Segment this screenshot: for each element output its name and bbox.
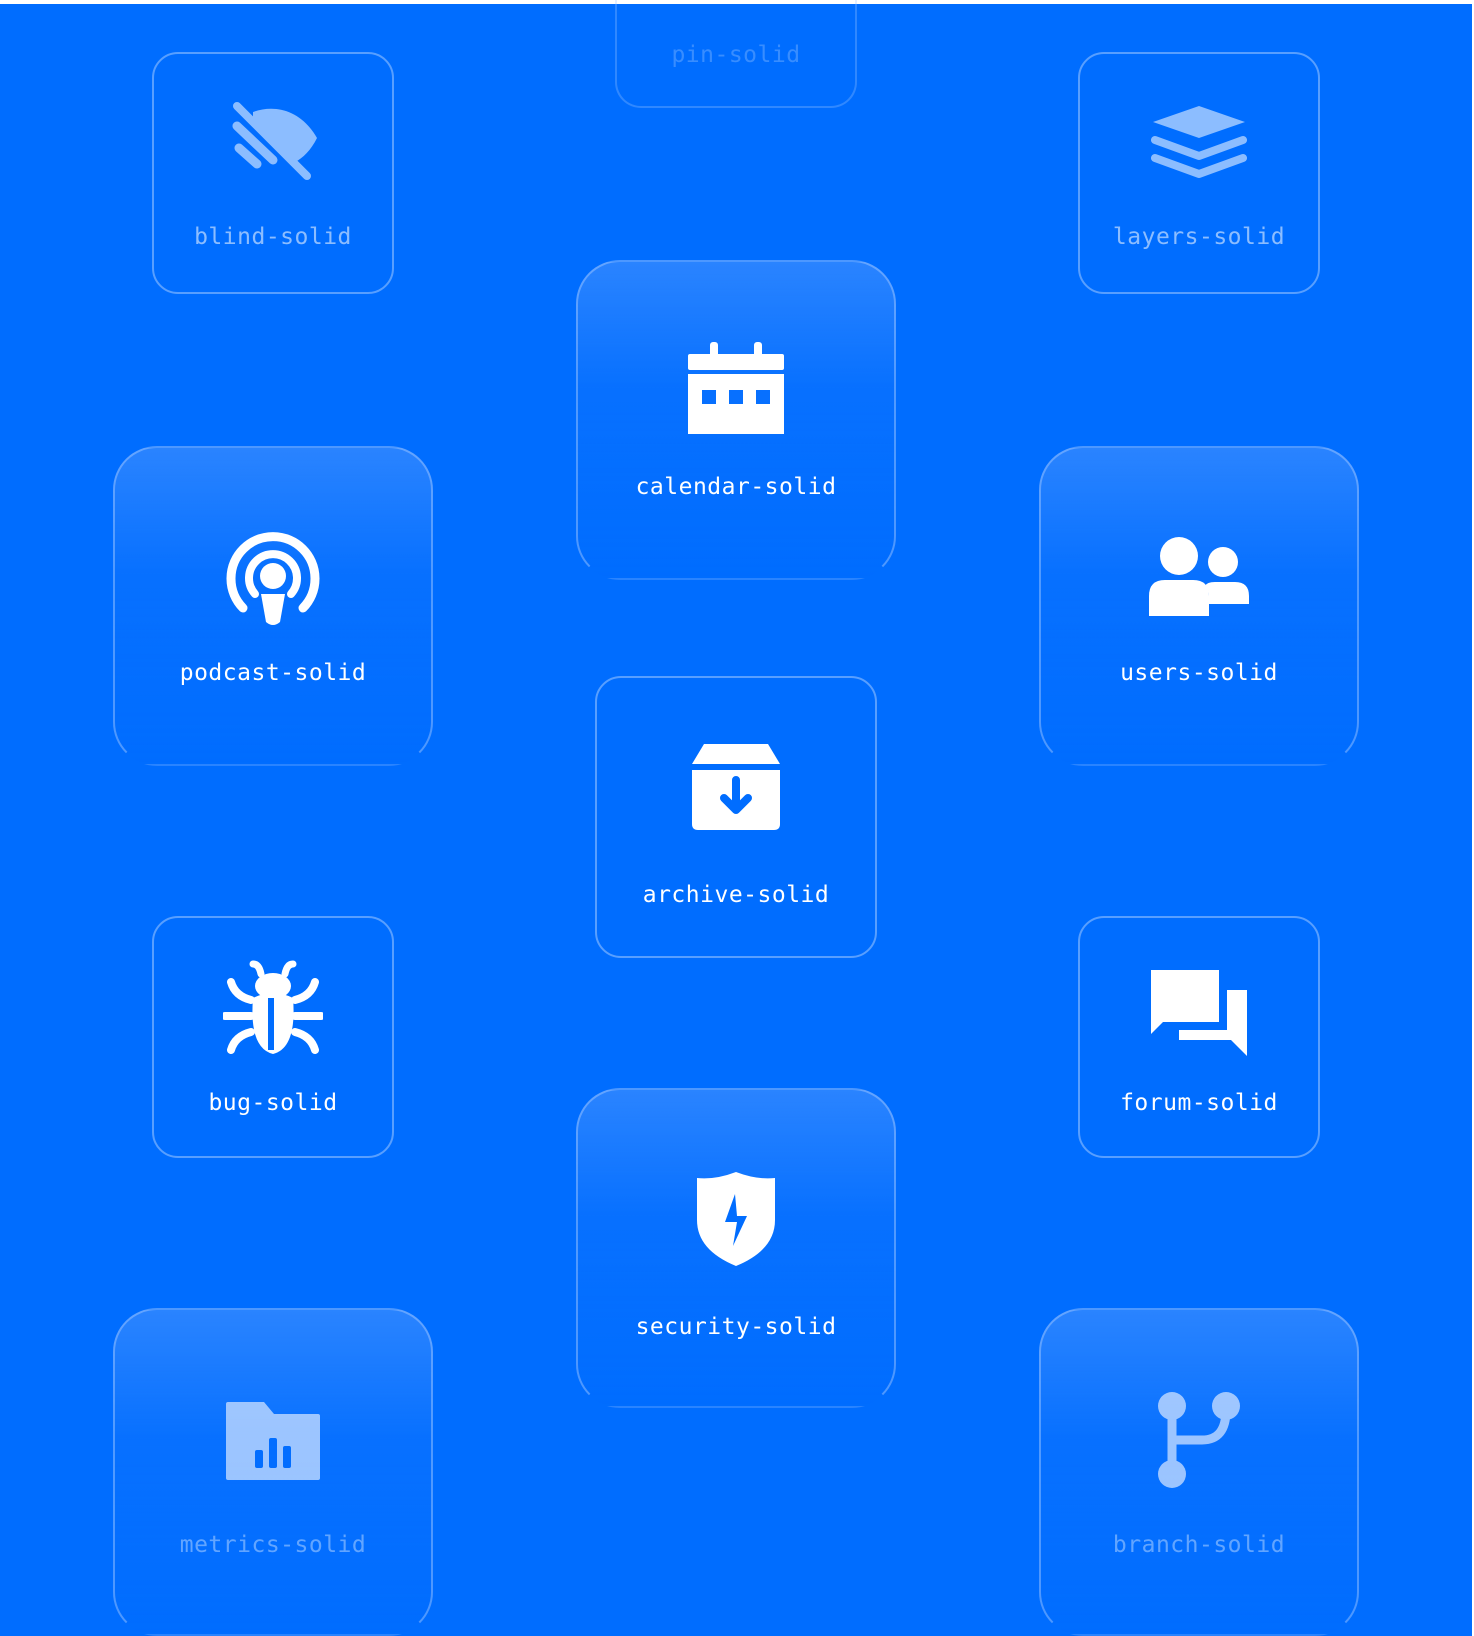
card-label: bug-solid [208,1090,338,1116]
icon-card-calendar[interactable]: calendar-solid [576,260,896,580]
card-label: pin-solid [671,42,801,68]
icon-card-metrics[interactable]: metrics-solid [113,1308,433,1636]
podcast-icon [226,532,320,625]
card-label: calendar-solid [635,474,837,500]
card-label: blind-solid [194,224,352,250]
icon-card-blind[interactable]: blind-solid [152,52,394,294]
users-icon [1149,537,1249,616]
forum-icon [1151,970,1247,1056]
calendar-icon [688,342,784,434]
eye-slash-icon [232,102,317,180]
layers-icon [1151,106,1247,178]
git-branch-icon [1158,1392,1240,1488]
icon-card-archive[interactable]: archive-solid [595,676,877,958]
card-label: branch-solid [1112,1532,1286,1558]
icon-card-security[interactable]: security-solid [576,1088,896,1408]
icon-card-users[interactable]: users-solid [1039,446,1359,766]
card-label: users-solid [1120,660,1278,686]
icon-card-podcast[interactable]: podcast-solid [113,446,433,766]
folder-chart-icon [226,1402,320,1480]
icon-gallery: pin-solid blind-solid layers-solid calen… [0,0,1474,1636]
icon-card-pin[interactable]: pin-solid [615,0,857,108]
card-label: layers-solid [1112,224,1286,250]
icon-card-branch[interactable]: branch-solid [1039,1308,1359,1636]
icon-card-layers[interactable]: layers-solid [1078,52,1320,294]
bug-icon [223,960,323,1054]
icon-card-bug[interactable]: bug-solid [152,916,394,1158]
card-label: forum-solid [1120,1090,1278,1116]
icon-card-forum[interactable]: forum-solid [1078,916,1320,1158]
card-label: podcast-solid [179,660,367,686]
archive-icon [692,744,780,830]
card-label: archive-solid [642,882,830,908]
card-label: metrics-solid [179,1532,367,1558]
card-label: security-solid [635,1314,837,1340]
shield-bolt-icon [697,1172,775,1266]
